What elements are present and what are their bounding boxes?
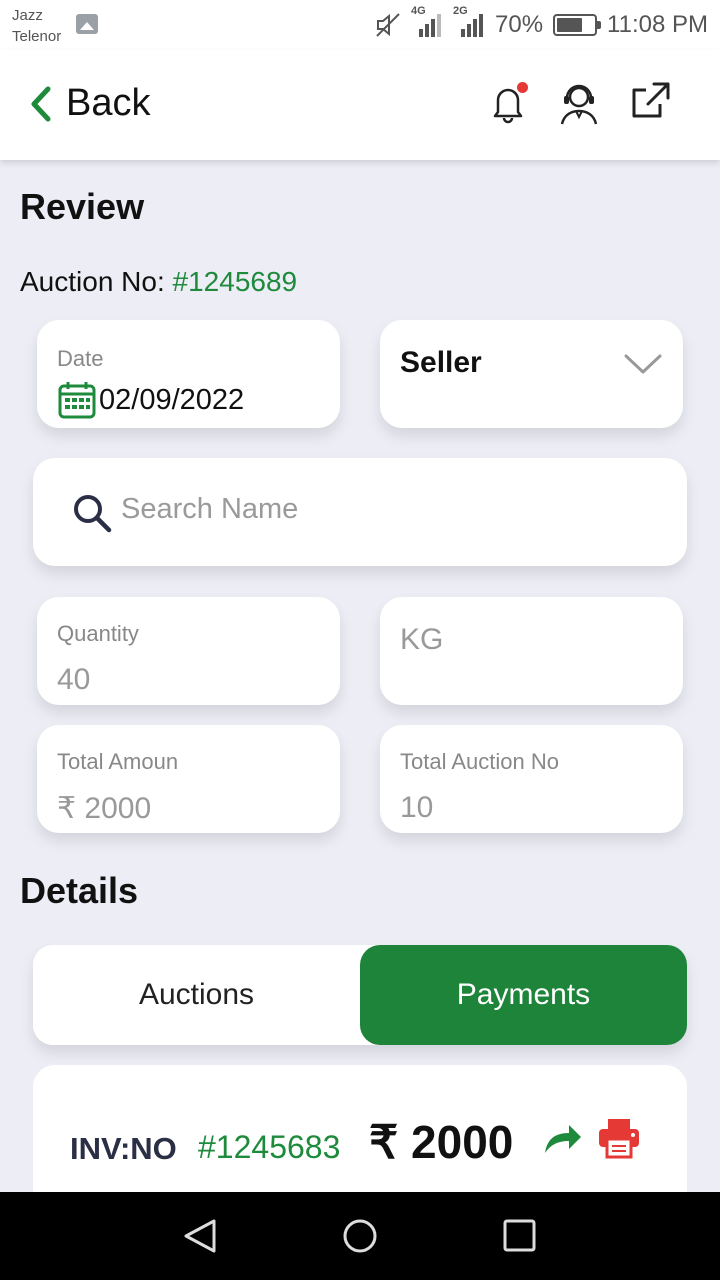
status-icons: 4G 2G 70% 11:08 PM xyxy=(375,5,708,42)
carrier-2: Telenor xyxy=(12,28,62,45)
review-title: Review xyxy=(20,186,145,227)
carrier-1: Jazz xyxy=(12,7,43,24)
back-label: Back xyxy=(66,82,151,124)
date-value-row: 02/09/2022 xyxy=(57,380,244,420)
support-button[interactable] xyxy=(556,80,602,131)
date-label: Date xyxy=(57,346,104,371)
nav-home-icon[interactable] xyxy=(341,1218,379,1256)
invoice-card[interactable]: INV:NO #1245683 ₹ 2000 xyxy=(33,1065,687,1205)
total-auction-field[interactable]: Total Auction No 10 xyxy=(380,725,683,833)
total-amount-value: ₹ 2000 xyxy=(57,792,152,825)
unit-field[interactable]: KG xyxy=(380,597,683,705)
auction-number-line: Auction No: #1245689 xyxy=(20,266,297,298)
app-header: Back xyxy=(0,50,720,160)
date-value: 02/09/2022 xyxy=(99,383,245,416)
total-amount-field[interactable]: Total Amoun ₹ 2000 xyxy=(37,725,340,833)
details-tabs: Auctions Payments xyxy=(33,945,687,1045)
printer-icon[interactable] xyxy=(597,1117,641,1159)
quantity-value: 40 xyxy=(57,663,91,696)
signal-icon-2: 2G xyxy=(453,5,485,39)
total-amount-label: Total Amoun xyxy=(57,749,179,774)
open-external-button[interactable] xyxy=(630,80,672,127)
share-external-icon xyxy=(632,82,670,118)
calendar-icon xyxy=(58,382,96,419)
search-bar[interactable] xyxy=(33,458,687,566)
auction-number-label: Auction No: xyxy=(20,266,165,297)
details-title: Details xyxy=(20,870,139,911)
battery-percent: 70% xyxy=(495,11,544,38)
gallery-notification-icon xyxy=(76,14,98,34)
nav-recents-icon[interactable] xyxy=(502,1218,538,1254)
network-type-2: 2G xyxy=(453,5,468,17)
status-bar: Jazz Telenor 4G 2G 70% 11:08 PM xyxy=(0,0,720,50)
search-input[interactable] xyxy=(121,484,621,534)
carrier-names: Jazz Telenor xyxy=(12,5,61,47)
mute-icon xyxy=(375,12,401,38)
invoice-number: #1245683 xyxy=(198,1129,341,1165)
quantity-field[interactable]: Quantity 40 xyxy=(37,597,340,705)
notification-button[interactable] xyxy=(488,82,528,129)
search-icon xyxy=(74,495,112,533)
total-auction-value: 10 xyxy=(400,791,434,824)
chevron-left-icon xyxy=(31,86,51,121)
nav-back-icon[interactable] xyxy=(182,1218,218,1254)
support-agent-icon xyxy=(560,84,598,125)
role-select-value: Seller xyxy=(400,346,482,379)
network-type-1: 4G xyxy=(411,5,426,17)
role-select[interactable]: Seller xyxy=(380,320,683,428)
back-button[interactable]: Back xyxy=(30,82,150,125)
unit-value: KG xyxy=(400,623,444,656)
forward-arrow-icon[interactable] xyxy=(541,1117,585,1157)
invoice-label: INV:NO xyxy=(70,1131,177,1166)
quantity-label: Quantity xyxy=(57,621,139,646)
tab-auctions[interactable]: Auctions xyxy=(33,945,360,1045)
clock: 11:08 PM xyxy=(607,11,708,38)
signal-icon-1: 4G xyxy=(411,5,443,39)
invoice-amount: ₹ 2000 xyxy=(369,1116,514,1168)
date-field[interactable]: Date 02/09/2022 xyxy=(37,320,340,428)
tab-payments[interactable]: Payments xyxy=(360,945,687,1045)
battery-icon xyxy=(553,14,602,36)
total-auction-label: Total Auction No xyxy=(400,749,559,774)
chevron-down-icon xyxy=(624,354,662,374)
notification-dot xyxy=(517,82,528,93)
system-nav-bar xyxy=(0,1192,720,1280)
auction-number-value: #1245689 xyxy=(172,266,298,297)
